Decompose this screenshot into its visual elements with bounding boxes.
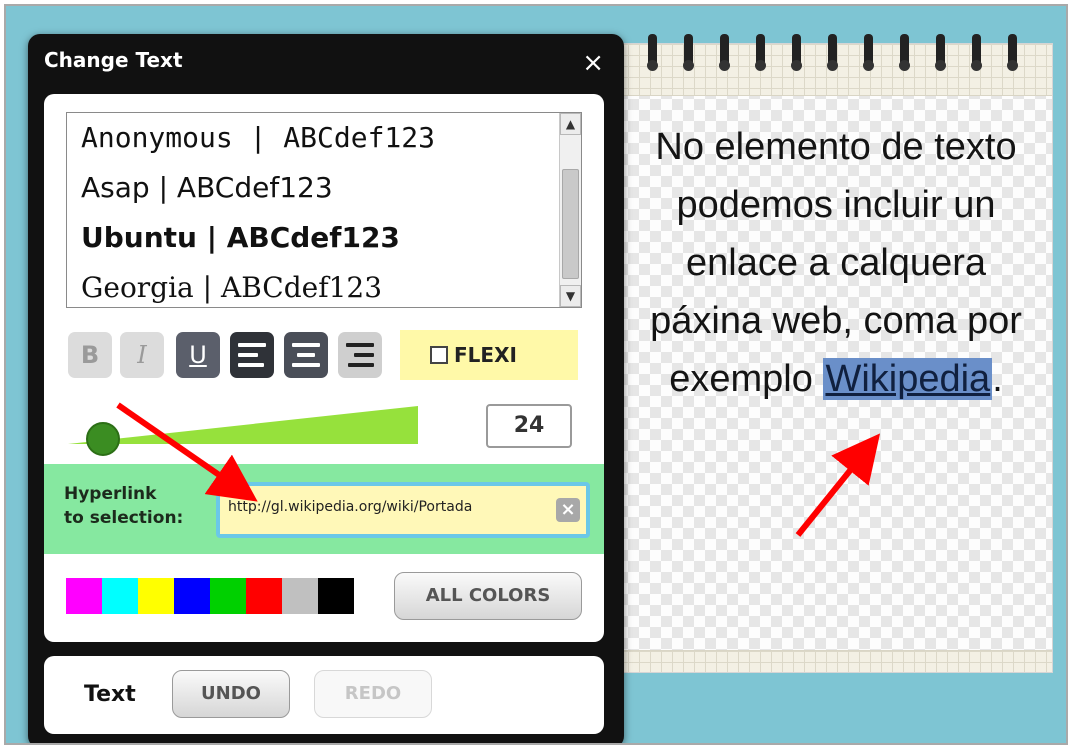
scroll-up-icon[interactable]: ▲ xyxy=(560,113,581,135)
color-swatches xyxy=(66,578,354,614)
hyperlink-label-line1: Hyperlink xyxy=(64,484,157,504)
color-swatch[interactable] xyxy=(102,578,138,614)
dialog-title: Change Text xyxy=(44,48,183,72)
color-swatch[interactable] xyxy=(246,578,282,614)
history-panel: Text UNDO REDO xyxy=(44,656,604,734)
color-swatch[interactable] xyxy=(282,578,318,614)
align-center-icon xyxy=(292,343,320,367)
underline-button[interactable]: U xyxy=(176,332,220,378)
align-left-icon xyxy=(238,343,266,367)
selected-hyperlink-text[interactable]: Wikipedia xyxy=(823,358,993,400)
color-swatch[interactable] xyxy=(210,578,246,614)
hyperlink-row: Hyperlink to selection: http://gl.wikipe… xyxy=(44,464,604,554)
spiral-ring-icon xyxy=(647,34,658,78)
undo-button[interactable]: UNDO xyxy=(172,670,290,718)
color-swatch[interactable] xyxy=(66,578,102,614)
bold-button[interactable]: B xyxy=(68,332,112,378)
spiral-ring-icon xyxy=(719,34,730,78)
notebook-text-element[interactable]: No elemento de texto podemos incluir un … xyxy=(626,118,1046,408)
flexi-label: FLEXI xyxy=(454,343,517,367)
close-icon[interactable]: × xyxy=(582,50,604,76)
flexi-toggle[interactable]: FLEXI xyxy=(400,330,578,380)
color-swatch[interactable] xyxy=(138,578,174,614)
font-item-anonymous[interactable]: Anonymous | ABCdef123 xyxy=(67,113,581,163)
align-right-button[interactable] xyxy=(338,332,382,378)
scroll-thumb[interactable] xyxy=(562,169,579,279)
spiral-ring-icon xyxy=(755,34,766,78)
element-type-label: Text xyxy=(84,682,136,707)
font-size-slider[interactable] xyxy=(68,402,428,456)
font-item-asap[interactable]: Asap | ABCdef123 xyxy=(67,163,581,213)
font-list[interactable]: Anonymous | ABCdef123 Asap | ABCdef123 U… xyxy=(66,112,582,308)
spiral-ring-icon xyxy=(863,34,874,78)
hyperlink-url-field[interactable]: http://gl.wikipedia.org/wiki/Portada xyxy=(228,499,546,515)
slider-track xyxy=(68,406,418,444)
spiral-ring-icon xyxy=(935,34,946,78)
redo-button[interactable]: REDO xyxy=(314,670,432,718)
align-left-button[interactable] xyxy=(230,332,274,378)
scroll-down-icon[interactable]: ▼ xyxy=(560,285,581,307)
spiral-ring-icon xyxy=(1007,34,1018,78)
app-canvas: No elemento de texto podemos incluir un … xyxy=(4,4,1068,745)
align-right-icon xyxy=(346,343,374,367)
spiral-ring-icon xyxy=(791,34,802,78)
hyperlink-input-box[interactable]: http://gl.wikipedia.org/wiki/Portada × xyxy=(216,482,590,538)
hyperlink-label-line2: to selection: xyxy=(64,508,184,528)
text-settings-panel: Anonymous | ABCdef123 Asap | ABCdef123 U… xyxy=(44,94,604,642)
spiral-ring-icon xyxy=(827,34,838,78)
font-list-scrollbar[interactable]: ▲ ▼ xyxy=(559,113,581,307)
color-swatch[interactable] xyxy=(174,578,210,614)
spiral-ring-icon xyxy=(683,34,694,78)
font-item-georgia[interactable]: Georgia | ABCdef123 xyxy=(67,263,581,307)
hyperlink-label: Hyperlink to selection: xyxy=(64,482,183,530)
align-center-button[interactable] xyxy=(284,332,328,378)
color-swatch[interactable] xyxy=(318,578,354,614)
change-text-dialog: Change Text × Anonymous | ABCdef123 Asap… xyxy=(28,34,624,743)
clear-icon[interactable]: × xyxy=(556,498,580,522)
spiral-ring-icon xyxy=(971,34,982,78)
italic-button[interactable]: I xyxy=(120,332,164,378)
spiral-ring-icon xyxy=(899,34,910,78)
font-item-ubuntu[interactable]: Ubuntu | ABCdef123 xyxy=(67,213,581,263)
slider-handle[interactable] xyxy=(86,422,120,456)
notebook-footer xyxy=(606,650,1052,672)
font-size-input[interactable]: 24 xyxy=(486,404,572,448)
flexi-checkbox[interactable] xyxy=(430,346,448,364)
all-colors-button[interactable]: ALL COLORS xyxy=(394,572,582,620)
notebook-text-end: . xyxy=(992,358,1003,400)
notebook-page: No elemento de texto podemos incluir un … xyxy=(606,34,1052,672)
